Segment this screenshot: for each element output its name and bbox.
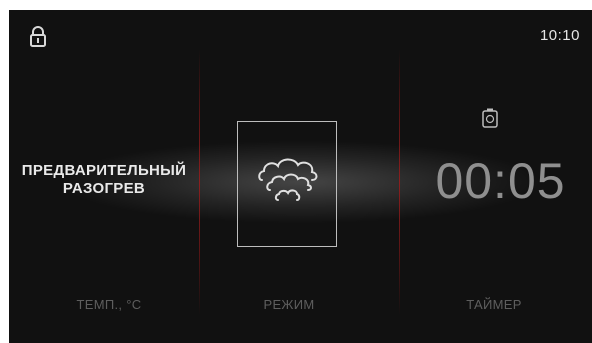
oven-display: 10:10 ПРЕДВАРИТЕЛЬНЫЙ РАЗОГРЕВ 00:05 ТЕМ… — [9, 10, 592, 343]
temperature-mode-value[interactable]: ПРЕДВАРИТЕЛЬНЫЙ РАЗОГРЕВ — [9, 162, 199, 198]
timer-value[interactable]: 00:05 — [409, 152, 592, 210]
column-divider-right — [399, 50, 400, 315]
mode-label: РЕЖИМ — [263, 297, 315, 312]
temperature-mode-line1: ПРЕДВАРИТЕЛЬНЫЙ — [21, 162, 187, 179]
clock-time: 10:10 — [539, 27, 580, 44]
timer-icon — [482, 108, 498, 128]
column-divider-left — [199, 50, 200, 315]
lock-icon[interactable] — [28, 26, 48, 48]
steam-cloud-icon — [258, 158, 318, 201]
timer-label: ТАЙМЕР — [466, 297, 522, 312]
mode-selector-button[interactable] — [237, 121, 337, 247]
temperature-mode-line2: РАЗОГРЕВ — [62, 180, 146, 197]
temperature-label: ТЕМП., °C — [76, 297, 142, 312]
